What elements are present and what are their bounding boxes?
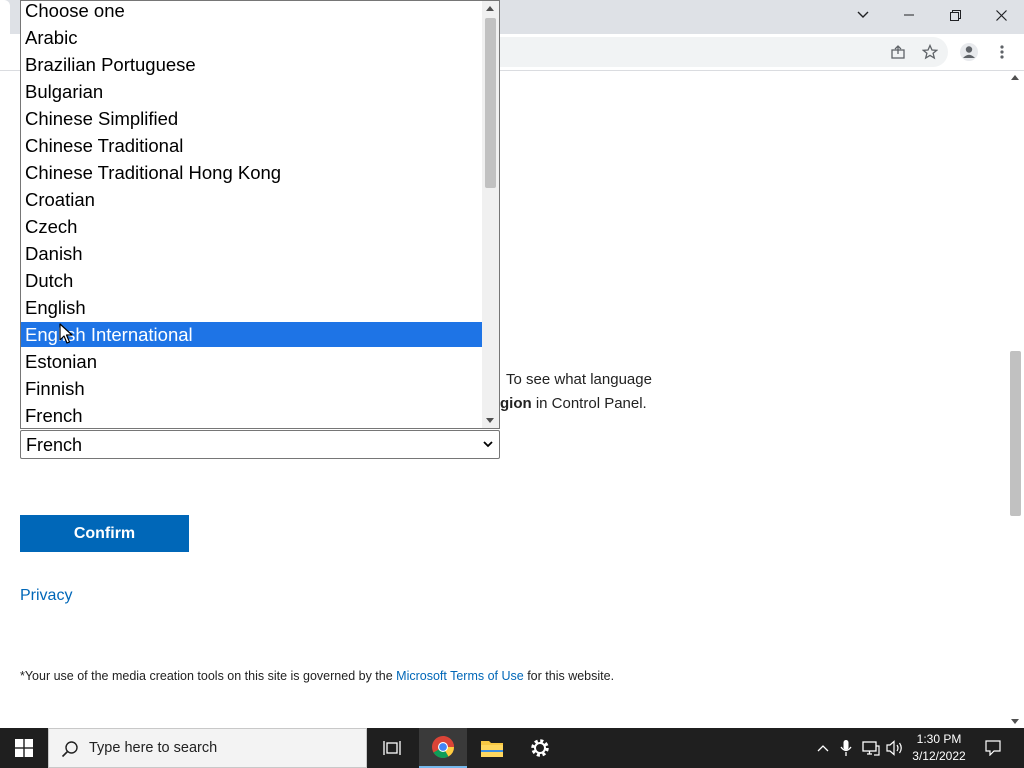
close-button[interactable]: [978, 0, 1024, 30]
dropdown-option[interactable]: English: [21, 295, 483, 320]
language-select[interactable]: French: [20, 430, 500, 459]
taskbar-clock[interactable]: 1:30 PM 3/12/2022: [906, 731, 972, 765]
windows-logo-icon: [15, 739, 33, 757]
microphone-tray[interactable]: [836, 728, 856, 768]
scrollbar-thumb[interactable]: [1010, 351, 1021, 516]
footnote-post: for this website.: [523, 669, 615, 683]
dropdown-option[interactable]: Arabic: [21, 25, 483, 50]
terms-of-use-link[interactable]: Microsoft Terms of Use: [396, 669, 524, 683]
task-view-button[interactable]: [369, 728, 415, 768]
task-view-icon: [383, 741, 401, 755]
bookmark-star-icon[interactable]: [919, 41, 941, 63]
dropdown-option[interactable]: Danish: [21, 241, 483, 266]
screen: To see what language gion in Control Pan…: [0, 0, 1024, 768]
lang-text-rest: in Control Panel.: [531, 395, 647, 412]
profile-icon[interactable]: [958, 41, 980, 63]
select-value: French: [26, 435, 83, 455]
network-tray[interactable]: [858, 728, 884, 768]
lang-text-bold: gion: [500, 395, 532, 412]
chevron-down-icon: [857, 11, 869, 18]
clock-date: 3/12/2022: [912, 749, 966, 763]
dropdown-option[interactable]: Chinese Traditional Hong Kong: [21, 160, 483, 185]
minimize-button[interactable]: [886, 0, 932, 30]
dropdown-scrollbar[interactable]: [482, 1, 499, 428]
network-icon: [862, 741, 880, 756]
browser-tab[interactable]: [0, 0, 10, 34]
restore-icon: [949, 9, 961, 21]
page-scrollbar[interactable]: [1007, 71, 1024, 728]
privacy-link[interactable]: Privacy: [20, 587, 72, 605]
restore-button[interactable]: [932, 0, 978, 30]
dropdown-option[interactable]: Estonian: [21, 349, 483, 374]
volume-tray[interactable]: [884, 728, 906, 768]
menu-icon[interactable]: [991, 41, 1013, 63]
taskbar-search[interactable]: Type here to search: [48, 728, 367, 768]
taskbar-file-explorer[interactable]: [469, 728, 515, 768]
search-placeholder: Type here to search: [89, 740, 218, 756]
minimize-icon: [904, 14, 914, 16]
settings-icon: [531, 739, 549, 757]
dropdown-option[interactable]: Choose one: [21, 1, 483, 23]
dropdown-option[interactable]: Brazilian Portuguese: [21, 52, 483, 77]
confirm-button[interactable]: Confirm: [20, 515, 189, 552]
clock-time: 1:30 PM: [916, 732, 962, 746]
taskbar-settings[interactable]: [517, 728, 563, 768]
language-instructions: To see what language gion in Control Pan…: [500, 368, 700, 416]
volume-icon: [886, 740, 902, 756]
dropdown-option[interactable]: English International: [21, 322, 483, 347]
chevron-up-icon: [817, 745, 829, 752]
file-explorer-icon: [481, 741, 503, 757]
search-icon: [61, 741, 78, 758]
dropdown-option[interactable]: French: [21, 403, 483, 428]
lang-text-line1: To see what language: [506, 371, 652, 388]
chevron-down-icon: [483, 441, 493, 448]
dropdown-option[interactable]: Finnish: [21, 376, 483, 401]
taskbar-chrome[interactable]: [419, 728, 467, 768]
dropdown-option[interactable]: Chinese Simplified: [21, 106, 483, 131]
microphone-icon: [840, 740, 852, 756]
dropdown-option[interactable]: Czech: [21, 214, 483, 239]
dropdown-scrollbar-thumb[interactable]: [485, 18, 496, 188]
scroll-down-arrow-icon[interactable]: [1011, 719, 1019, 724]
start-button[interactable]: [0, 728, 48, 768]
close-icon: [995, 9, 1007, 21]
footnote-pre: *Your use of the media creation tools on…: [20, 669, 397, 683]
notification-icon: [985, 740, 1001, 756]
dropdown-option[interactable]: Croatian: [21, 187, 483, 212]
chrome-icon: [432, 736, 454, 758]
dropdown-scroll-down-icon[interactable]: [486, 418, 494, 423]
mouse-cursor-icon: [59, 323, 73, 344]
show-hidden-icons[interactable]: [812, 728, 834, 768]
notification-center[interactable]: [978, 728, 1008, 768]
tab-search-button[interactable]: [840, 0, 886, 30]
scroll-up-arrow-icon[interactable]: [1011, 75, 1019, 80]
dropdown-option[interactable]: Chinese Traditional: [21, 133, 483, 158]
footnote: *Your use of the media creation tools on…: [20, 669, 614, 683]
language-dropdown-list[interactable]: Choose one Arabic Brazilian Portuguese Bulg…: [20, 0, 500, 429]
dropdown-option[interactable]: Bulgarian: [21, 79, 483, 104]
windows-taskbar: Type here to search 1:30 PM 3/12/2022: [0, 728, 1024, 768]
dropdown-scroll-up-icon[interactable]: [486, 6, 494, 11]
dropdown-option[interactable]: Dutch: [21, 268, 483, 293]
share-icon[interactable]: [887, 41, 909, 63]
